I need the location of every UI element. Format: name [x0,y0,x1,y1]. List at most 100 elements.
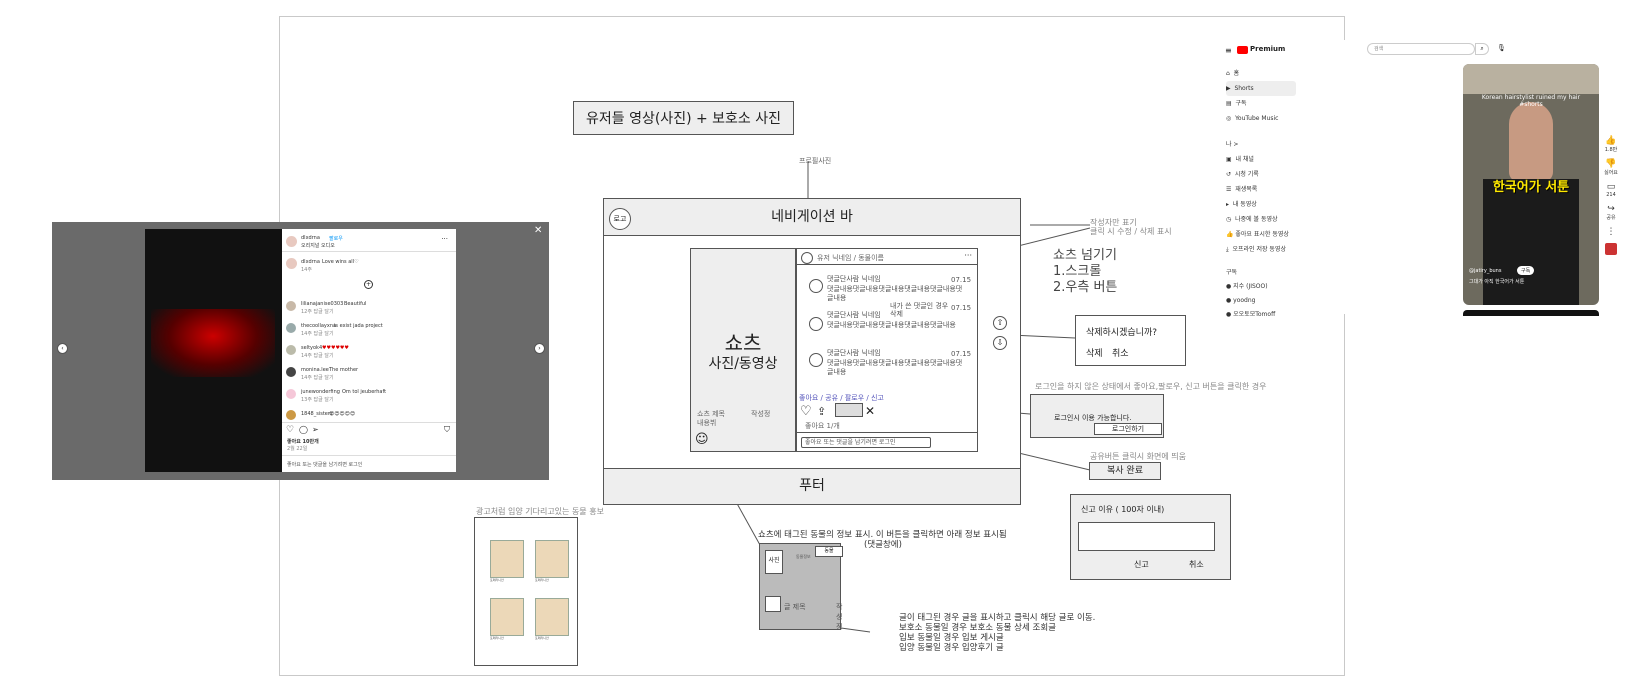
shorts-meta-body: 내용뷔 [697,419,717,427]
sidebar-item[interactable]: ▣ 내 채널 [1226,152,1296,167]
ad-card-name: 포메라니안 [490,578,504,582]
send-icon[interactable]: ➢ [312,425,319,435]
share-icon[interactable]: ↪ [1601,204,1621,214]
avatar [286,410,296,420]
profile-photo-note: 프로필사진 [799,157,832,165]
bookmark-icon[interactable]: ⛉ [444,425,450,435]
report-button[interactable]: 신고 [1134,559,1149,570]
caption-time: 14주 [301,267,312,273]
sidebar-item[interactable]: 👍 좋아요 표시한 동영상 [1226,227,1296,242]
report-cancel-button[interactable]: 취소 [1189,559,1204,570]
comment-meta: 12주 답글 달기 [301,309,334,315]
comment-date: 07.15 [951,350,972,358]
my-comment-delete[interactable]: 삭제 [890,310,903,319]
tag-post-writer: 작성정 [836,603,843,631]
sidebar-item[interactable]: ▸ 내 동영상 [1226,197,1296,212]
close-icon[interactable]: ✕ [534,225,542,236]
puppy-photo[interactable] [490,540,524,578]
wireframe-logo[interactable]: 로고 [609,208,631,230]
menu-icon[interactable]: ≡ [1225,46,1232,55]
more-icon[interactable]: ··· [441,235,448,243]
comment-text: 댓글내용댓글내용댓글내용댓글내용댓글내용 [827,321,956,329]
prev-arrow-icon[interactable]: ⇧ [993,316,1007,330]
heart-icon[interactable]: ♡ [800,405,812,418]
sidebar-item-subscriptions[interactable]: ▤ 구독 [1226,96,1296,111]
ad-note: 광고처럼 입양 기다리고있는 동물 홍보 [476,507,604,516]
comment-icon[interactable]: ◯ [299,425,308,435]
login-button[interactable]: 로그인하기 [1094,423,1162,435]
delete-question: 삭제하시겠습니까? [1086,328,1158,338]
puppy-photo[interactable] [490,598,524,636]
like-icon[interactable]: 👍 [1601,136,1621,146]
heart-icon[interactable]: ♡ [286,425,294,435]
report-textarea[interactable] [1078,522,1215,551]
channel-name[interactable]: @jatiry_buns [1469,268,1501,274]
next-arrow-icon[interactable]: › [534,343,545,354]
insta-date: 2월 22일 [287,446,308,452]
sidebar-item[interactable]: ◷ 나중에 볼 동영상 [1226,212,1296,227]
sidebar-item[interactable]: ⤓ 오프라인 저장 동영상 [1226,242,1296,257]
next-video-preview[interactable] [1463,310,1599,316]
search-icon[interactable]: ⌕ [1475,43,1489,55]
subscription-item[interactable]: ● 오오토모Tomoff [1226,308,1296,322]
tag-info: 동물정보 [796,554,811,559]
sidebar-item-home[interactable]: ⌂ 홈 [1226,66,1296,81]
login-note: 로그인을 하지 않은 상태에서 좋아요,팔로우, 신고 버튼을 클릭한 경우 [1035,382,1267,391]
tag-button[interactable]: 동물 [815,546,843,557]
next-arrow-icon[interactable]: ⇩ [993,336,1007,350]
comment-text: The mother [329,367,359,373]
puppy-photo[interactable] [535,598,569,636]
subscribe-button[interactable]: 구독 [1517,266,1535,275]
comment-input[interactable]: 좋아요 또는 댓글을 남기려면 로그인 [801,437,931,448]
search-input[interactable]: 검색 [1367,43,1475,55]
cancel-button[interactable]: 취소 [1112,346,1129,359]
comment-icon[interactable]: ▭ [1601,182,1621,192]
comment-user: 1848_sisters [301,411,333,417]
shorts-title: 쇼츠 [724,331,762,355]
sound-thumbnail[interactable] [1605,243,1617,255]
instagram-comment-panel: dlxdrna 팔로우 오리지널 오디오 ··· dlxdrna Love wi… [282,229,456,472]
comment-user: junewonderfing [301,389,340,395]
shorts-video[interactable]: Korean hairstylist ruined my hair #short… [1463,64,1599,305]
avatar [286,323,296,333]
sidebar-item-shorts[interactable]: ▶ Shorts [1226,81,1296,96]
instagram-video[interactable] [145,229,282,472]
subscription-item[interactable]: ● yoodng [1226,294,1296,308]
tag-note-sub: (댓글창에) [864,540,902,550]
caption-text: Love wins all♡ [322,259,359,265]
sidebar-item[interactable]: ☰ 재생목록 [1226,182,1296,197]
comment-date: 07.15 [951,276,972,284]
tag-card[interactable]: 사진 동물정보 동물 글 제목 작성정 [759,543,843,631]
share-label: 공유 [1606,215,1616,221]
comment-nick: 댓글단사람 닉네임 [827,275,881,283]
puppy-photo[interactable] [535,540,569,578]
insta-follow[interactable]: 팔로우 [329,235,343,242]
prev-arrow-icon[interactable]: ‹ [57,343,68,354]
dislike-icon[interactable]: 👎 [1601,159,1621,169]
mic-icon[interactable]: 🎙 [1497,44,1506,52]
more-icon[interactable]: ··· [964,251,972,260]
avatar[interactable] [801,252,813,264]
share-icon[interactable]: ⇪ [817,405,826,418]
concert-image [151,309,275,377]
share-note: 공유버튼 클릭시 화면에 띄움 [1090,452,1186,461]
yt-brand: Premium [1250,45,1286,53]
video-caption: Korean hairstylist ruined my hair [1481,94,1581,101]
follow-button[interactable] [835,403,863,417]
delete-button[interactable]: 삭제 [1086,346,1103,359]
video-overlay: 한국어가 서툰 [1492,180,1570,195]
subscription-item[interactable]: ● 지수 (JISOO) [1226,280,1296,294]
login-message: 로그인시 이용 가능합니다. [1054,414,1132,422]
shorts-media[interactable]: 쇼츠 사진/동영상 쇼츠 제목 내용뷔 작성정 ☺ [690,248,796,452]
comment-meta: 14주 답글 달기 [301,375,334,381]
sidebar-item-music[interactable]: ◎ YouTube Music [1226,111,1296,126]
more-vert-icon[interactable]: ⋮ [1601,227,1621,237]
person-image [1509,102,1553,182]
report-icon[interactable]: ✕ [865,405,875,418]
youtube-logo-icon[interactable] [1237,46,1248,54]
insta-username[interactable]: dlxdrna [301,235,320,241]
smile-icon[interactable]: ☺ [695,432,710,447]
sidebar-item[interactable]: ↺ 시청 기록 [1226,167,1296,182]
plus-icon[interactable]: + [364,280,373,289]
comment-avatar [809,279,823,293]
